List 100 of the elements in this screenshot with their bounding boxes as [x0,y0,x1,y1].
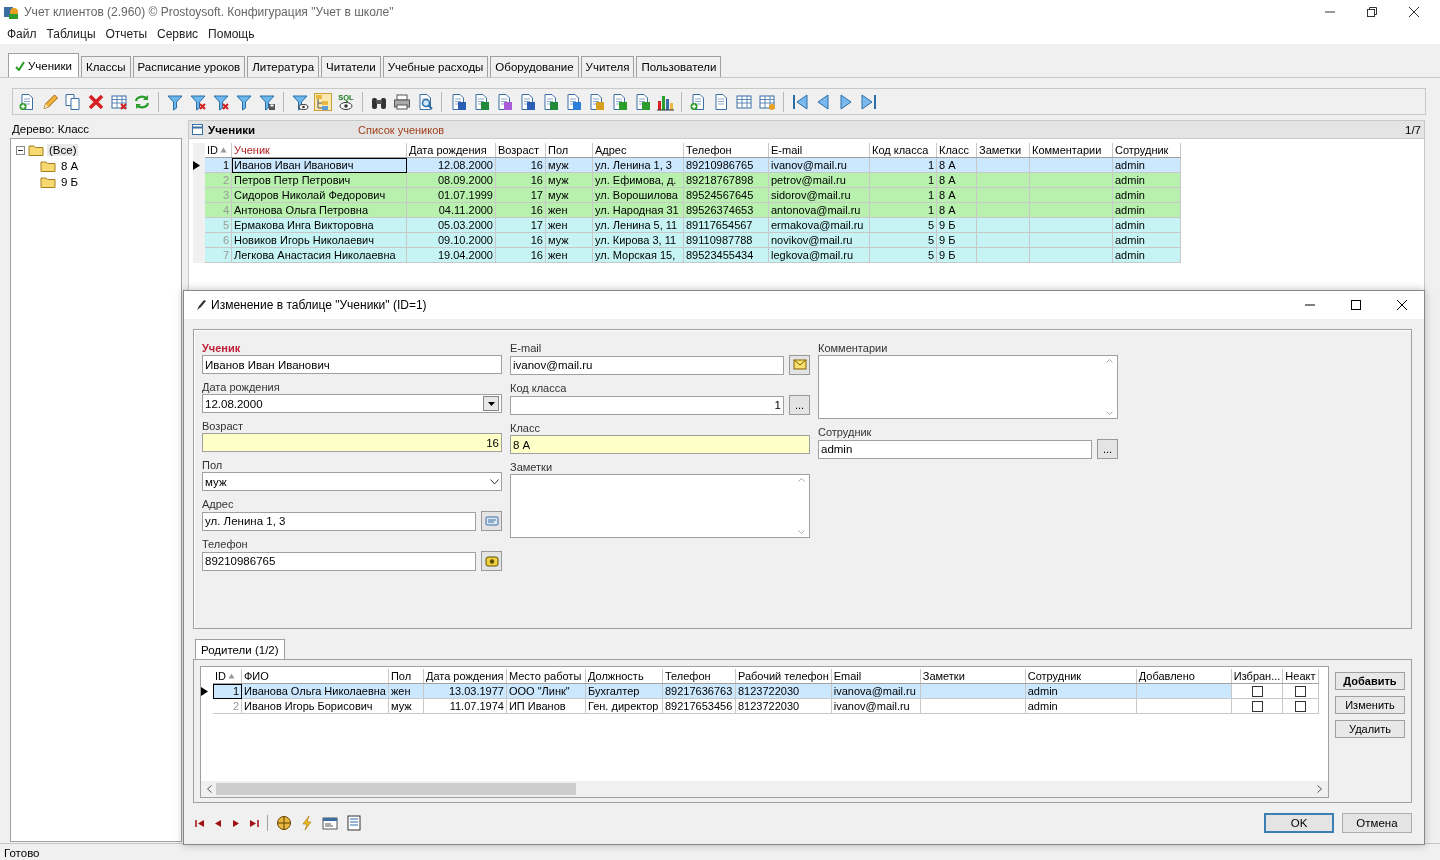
tab[interactable]: Ученики [8,53,79,77]
column-header[interactable]: Email [831,669,921,684]
menu-item[interactable]: Сервис [152,27,204,41]
column-header[interactable]: ФИО [241,669,389,684]
column-header[interactable]: Дата рождения [406,143,496,158]
table-delete-icon[interactable] [110,92,128,111]
filter-icon[interactable] [166,92,184,111]
printer-icon[interactable] [393,92,411,111]
filter-save-icon[interactable] [258,92,276,111]
memo-field[interactable] [818,355,1118,419]
next-icon[interactable] [231,818,241,828]
text-field[interactable]: admin [818,439,1092,459]
tab[interactable]: Пользователи [636,56,722,77]
maximize-icon[interactable] [1366,6,1378,18]
last-icon[interactable] [860,92,878,111]
column-header[interactable]: Пол [388,669,424,684]
tab[interactable]: Учебные расходы [382,56,489,77]
column-header[interactable]: ID [205,143,232,158]
column-header[interactable]: Код класса [869,143,937,158]
column-header[interactable]: Ученик [231,143,407,158]
tab[interactable]: Родители (1/2) [195,639,285,659]
date-field[interactable]: 12.08.2000 [202,394,502,413]
column-header[interactable]: Избран... [1231,669,1283,684]
checkbox[interactable] [1251,700,1263,712]
tree-item[interactable]: 9 Б [59,176,81,188]
tree-icon[interactable] [314,92,332,111]
tab[interactable]: Литература [247,56,320,77]
column-header[interactable]: Неакт [1282,669,1318,684]
grid-action-button[interactable]: Добавить [1335,672,1405,690]
grid-action-button[interactable]: Удалить [1335,720,1405,738]
column-header[interactable]: Комментарии [1029,143,1113,158]
lookup-button[interactable]: ... [1097,439,1118,459]
delete-icon[interactable] [87,92,105,111]
tab[interactable]: Читатели [321,56,381,77]
tab[interactable]: Учителя [580,56,635,77]
lookup-button[interactable]: ... [789,395,810,415]
menu-item[interactable]: Файл [2,27,42,41]
column-header[interactable]: Пол [545,143,593,158]
text-field[interactable]: Иванов Иван Иванович [202,355,502,374]
card-icon[interactable] [322,815,338,831]
export-icon[interactable] [564,92,582,111]
column-header[interactable]: E-mail [768,143,870,158]
add-document-icon[interactable] [18,92,36,111]
last-icon[interactable] [249,818,259,828]
close-icon[interactable] [1408,6,1420,18]
table-settings-icon[interactable] [758,92,776,111]
phone-button[interactable] [481,551,502,571]
filter-remove-icon[interactable] [212,92,230,111]
dialog-button[interactable]: OK [1264,813,1334,833]
previous-icon[interactable] [213,818,223,828]
column-header[interactable]: Рабочий телефон [735,669,832,684]
text-field[interactable]: ул. Ленина 1, 3 [202,511,476,531]
export-icon[interactable] [610,92,628,111]
column-header[interactable]: ID [213,669,242,684]
memo-field[interactable] [510,474,810,538]
print-preview-icon[interactable] [416,92,434,111]
filter-remove-icon[interactable] [189,92,207,111]
close-icon[interactable] [1396,299,1408,311]
checkbox[interactable] [1251,685,1263,697]
menu-item[interactable]: Отчеты [100,27,152,41]
export-icon[interactable] [541,92,559,111]
menu-item[interactable]: Таблицы [41,27,101,41]
first-icon[interactable] [791,92,809,111]
dropdown[interactable]: муж [202,472,502,491]
first-icon[interactable] [195,818,205,828]
export-icon[interactable] [587,92,605,111]
email-button[interactable] [789,355,810,375]
text-field[interactable]: 1 [510,395,784,415]
menu-item[interactable]: Помощь [203,27,260,41]
column-header[interactable]: Место работы [506,669,586,684]
checkbox[interactable] [1294,700,1306,712]
column-header[interactable]: Класс [936,143,977,158]
table-icon[interactable] [735,92,753,111]
text-field[interactable]: 16 [202,433,502,452]
export-icon[interactable] [495,92,513,111]
column-header[interactable]: Добавлено [1136,669,1232,684]
horizontal-scrollbar[interactable] [201,781,1328,797]
column-header[interactable]: Сотрудник [1112,143,1181,158]
export-icon[interactable] [449,92,467,111]
column-header[interactable]: Должность [585,669,663,684]
tree-item[interactable]: 8 А [59,160,81,172]
column-header[interactable]: Заметки [920,669,1026,684]
text-field[interactable]: 89210986765 [202,551,476,571]
column-header[interactable]: Возраст [495,143,546,158]
grid-action-button[interactable]: Изменить [1335,696,1405,714]
text-field[interactable]: 8 А [510,435,810,454]
checkbox[interactable] [1294,685,1306,697]
column-header[interactable]: Заметки [976,143,1030,158]
column-header[interactable]: Дата рождения [423,669,507,684]
column-header[interactable]: Сотрудник [1025,669,1137,684]
tree-item[interactable]: (Все) [47,144,79,156]
collapse-icon[interactable] [16,145,25,155]
column-header[interactable]: Адрес [592,143,684,158]
text-field[interactable]: ivanov@mail.ru [510,355,784,375]
maximize-icon[interactable] [1350,299,1362,311]
export-icon[interactable] [518,92,536,111]
copy-icon[interactable] [64,92,82,111]
column-header[interactable]: Телефон [683,143,769,158]
dialog-button[interactable]: Отмена [1342,813,1412,833]
tab[interactable]: Классы [80,56,131,77]
